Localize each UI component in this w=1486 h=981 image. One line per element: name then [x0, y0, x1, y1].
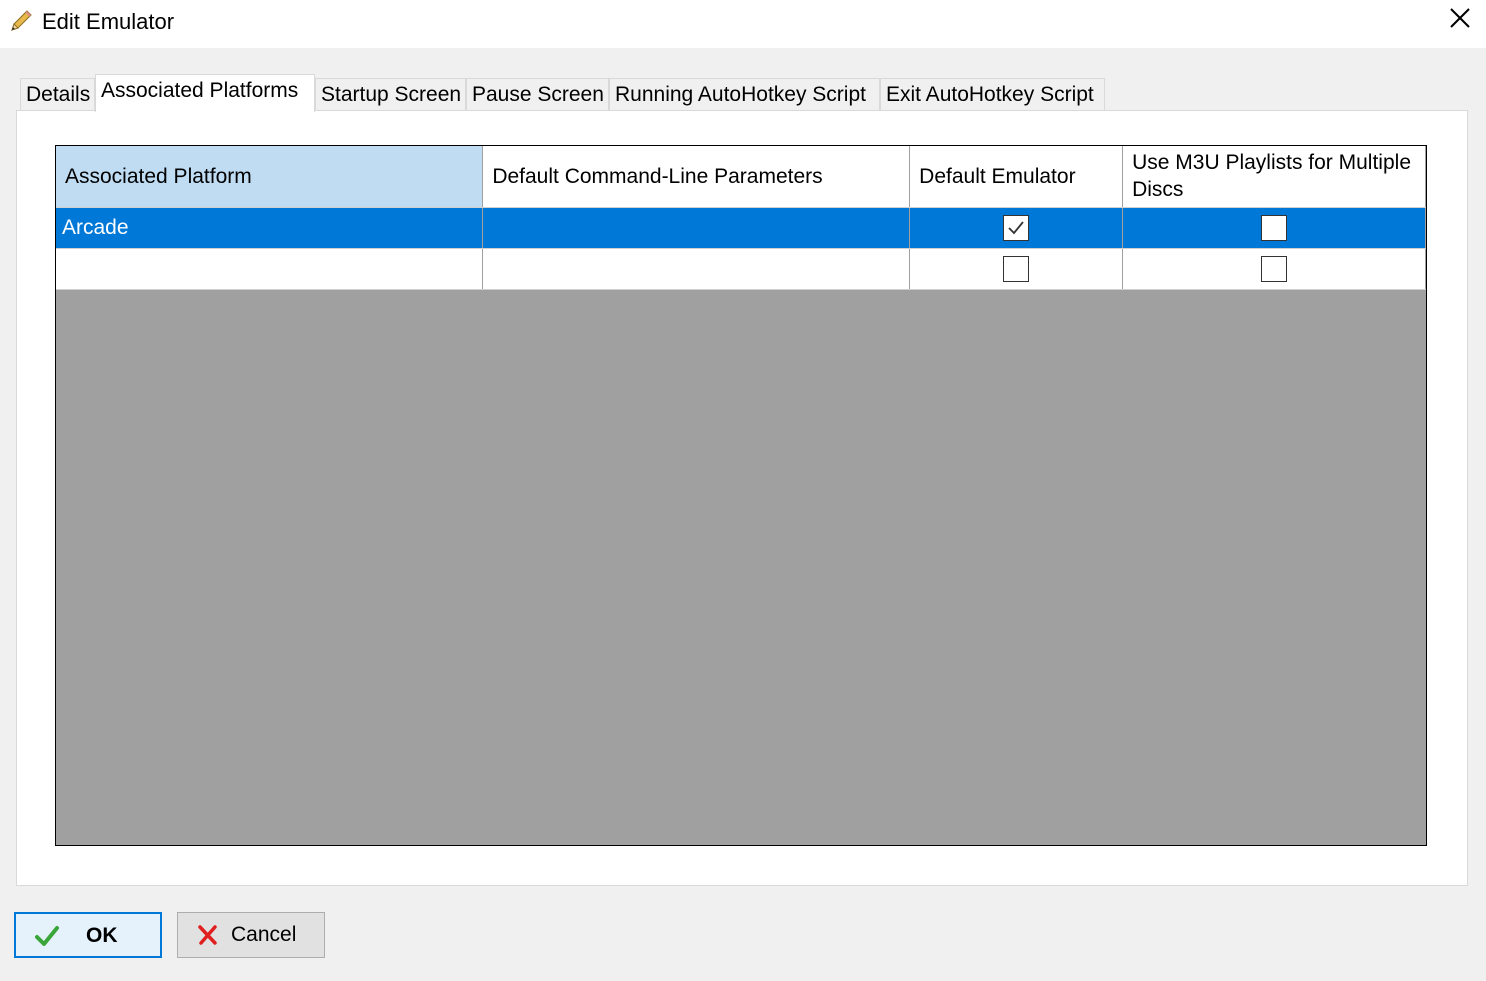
platform-cell[interactable]: [56, 248, 484, 290]
tab-pause-screen[interactable]: Pause Screen: [466, 78, 609, 112]
tab-associated-platforms[interactable]: Associated Platforms: [95, 74, 315, 112]
cancel-button[interactable]: Cancel: [177, 912, 325, 958]
tab-details[interactable]: Details: [20, 78, 95, 112]
pencil-icon: [8, 8, 34, 34]
window-title: Edit Emulator: [42, 9, 175, 34]
table-row[interactable]: [56, 248, 1426, 290]
close-icon: [1449, 7, 1471, 34]
table-row[interactable]: Arcade: [56, 207, 1426, 249]
tab-running-autohotkey-script[interactable]: Running AutoHotkey Script: [609, 78, 880, 112]
checkmark-icon: [1008, 220, 1024, 234]
x-icon: [196, 923, 222, 947]
title-bar: Edit Emulator: [0, 0, 1486, 48]
column-header-associated-platform[interactable]: Associated Platform: [56, 146, 484, 208]
ok-button[interactable]: OK: [14, 912, 162, 958]
default-emulator-cell: [909, 207, 1124, 249]
close-button[interactable]: [1434, 0, 1486, 40]
tab-startup-screen[interactable]: Startup Screen: [315, 78, 466, 112]
column-header-use-m3u[interactable]: Use M3U Playlists for Multiple Discs: [1122, 146, 1426, 208]
tab-exit-autohotkey-script[interactable]: Exit AutoHotkey Script: [880, 78, 1105, 112]
tab-panel-associated-platforms: Associated Platform Default Command-Line…: [16, 110, 1468, 886]
use-m3u-cell: [1122, 248, 1426, 290]
column-header-default-emulator[interactable]: Default Emulator: [909, 146, 1124, 208]
checkmark-icon: [34, 924, 60, 948]
default-emulator-cell: [909, 248, 1124, 290]
parameters-cell[interactable]: [482, 207, 911, 249]
use-m3u-cell: [1122, 207, 1426, 249]
ok-button-label: OK: [86, 924, 118, 947]
cancel-button-label: Cancel: [231, 923, 297, 946]
default-emulator-checkbox[interactable]: [1003, 214, 1030, 241]
default-emulator-checkbox[interactable]: [1003, 255, 1030, 282]
use-m3u-checkbox[interactable]: [1261, 255, 1288, 282]
use-m3u-checkbox[interactable]: [1261, 214, 1288, 241]
platform-cell[interactable]: Arcade: [56, 207, 484, 249]
edit-emulator-dialog: Edit Emulator Details Associated Platfor…: [0, 0, 1486, 981]
parameters-cell[interactable]: [482, 248, 911, 290]
column-header-default-parameters[interactable]: Default Command-Line Parameters: [482, 146, 911, 208]
platforms-table: Associated Platform Default Command-Line…: [56, 146, 1426, 290]
platforms-grid[interactable]: Associated Platform Default Command-Line…: [55, 145, 1427, 846]
header-row: Associated Platform Default Command-Line…: [56, 146, 1426, 208]
